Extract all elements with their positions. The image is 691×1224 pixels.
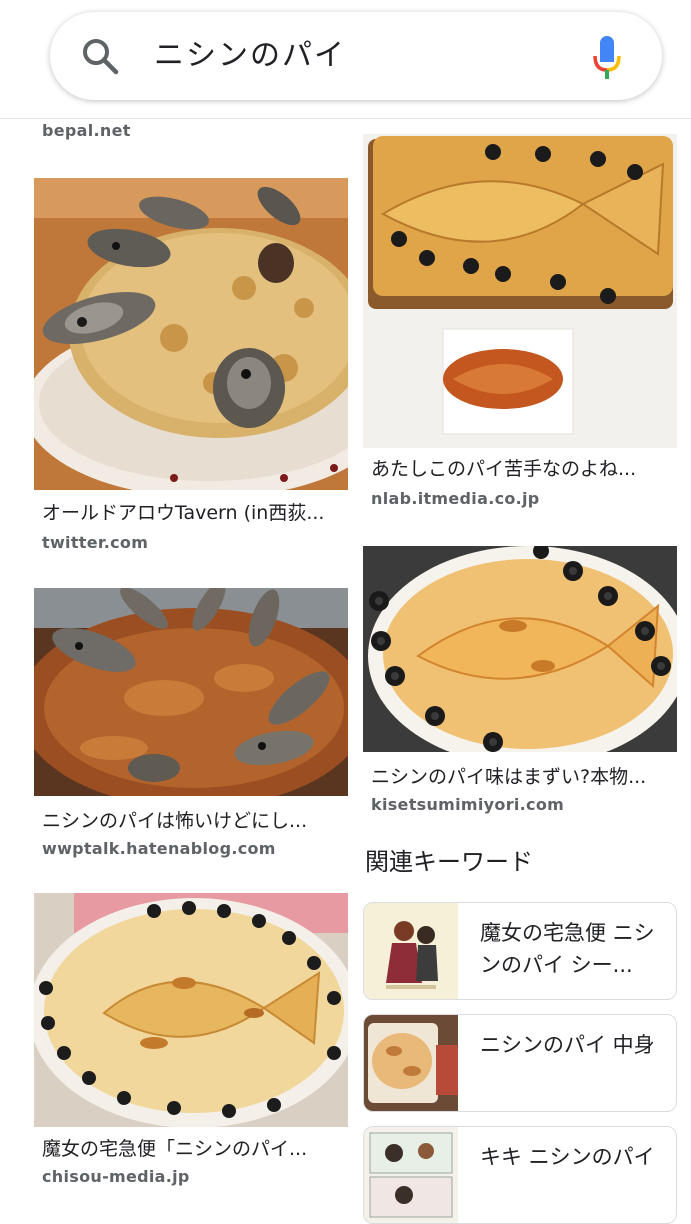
- image-result[interactable]: bepal.net: [34, 118, 350, 158]
- result-source: chisou-media.jp: [42, 1167, 190, 1186]
- search-input[interactable]: ニシンのパイ: [154, 36, 346, 76]
- result-title: オールドアロウTavern (in西荻...: [42, 502, 325, 524]
- result-title: ニシンのパイは怖いけどにし...: [42, 810, 308, 832]
- related-thumbnail: [364, 903, 458, 999]
- result-title: あたしこのパイ苦手なのよね...: [371, 458, 637, 480]
- search-bar[interactable]: ニシンのパイ: [50, 12, 662, 100]
- image-result[interactable]: あたしこのパイ苦手なのよね... nlab.itmedia.co.jp: [363, 134, 679, 514]
- result-source: nlab.itmedia.co.jp: [371, 489, 540, 508]
- related-search-item[interactable]: キキ ニシンのパイ: [363, 1126, 677, 1224]
- related-search-item[interactable]: 魔女の宅急便 ニシンのパイ シー...: [363, 902, 677, 1000]
- image-result[interactable]: ニシンのパイは怖いけどにし... wwptalk.hatenablog.com: [34, 588, 350, 868]
- result-title: ニシンのパイ味はまずい?本物...: [371, 766, 647, 788]
- related-search-item[interactable]: ニシンのパイ 中身: [363, 1014, 677, 1112]
- related-searches-heading: 関連キーワード: [365, 848, 533, 876]
- related-thumbnail: [364, 1127, 458, 1223]
- related-search-label: 魔女の宅急便 ニシンのパイ シー...: [480, 921, 655, 977]
- result-source: kisetsumimiyori.com: [371, 795, 565, 814]
- related-search-label: ニシンのパイ 中身: [480, 1033, 655, 1057]
- microphone-icon[interactable]: [592, 34, 622, 80]
- related-thumbnail: [364, 1015, 458, 1111]
- result-thumbnail[interactable]: [363, 134, 677, 448]
- result-title: 魔女の宅急便「ニシンのパイ...: [42, 1138, 308, 1160]
- result-thumbnail[interactable]: [34, 178, 348, 490]
- result-thumbnail[interactable]: [363, 546, 677, 752]
- search-icon[interactable]: [80, 36, 120, 76]
- search-header: ニシンのパイ: [0, 0, 691, 119]
- image-result[interactable]: ニシンのパイ味はまずい?本物... kisetsumimiyori.com: [363, 546, 679, 826]
- result-source: wwptalk.hatenablog.com: [42, 839, 276, 858]
- result-source: bepal.net: [42, 121, 131, 140]
- result-source: twitter.com: [42, 533, 149, 552]
- image-result[interactable]: オールドアロウTavern (in西荻... twitter.com: [34, 178, 350, 568]
- image-result[interactable]: 魔女の宅急便「ニシンのパイ... chisou-media.jp: [34, 893, 350, 1213]
- result-thumbnail[interactable]: [34, 893, 348, 1127]
- related-search-label: キキ ニシンのパイ: [480, 1145, 655, 1169]
- result-thumbnail[interactable]: [34, 588, 348, 796]
